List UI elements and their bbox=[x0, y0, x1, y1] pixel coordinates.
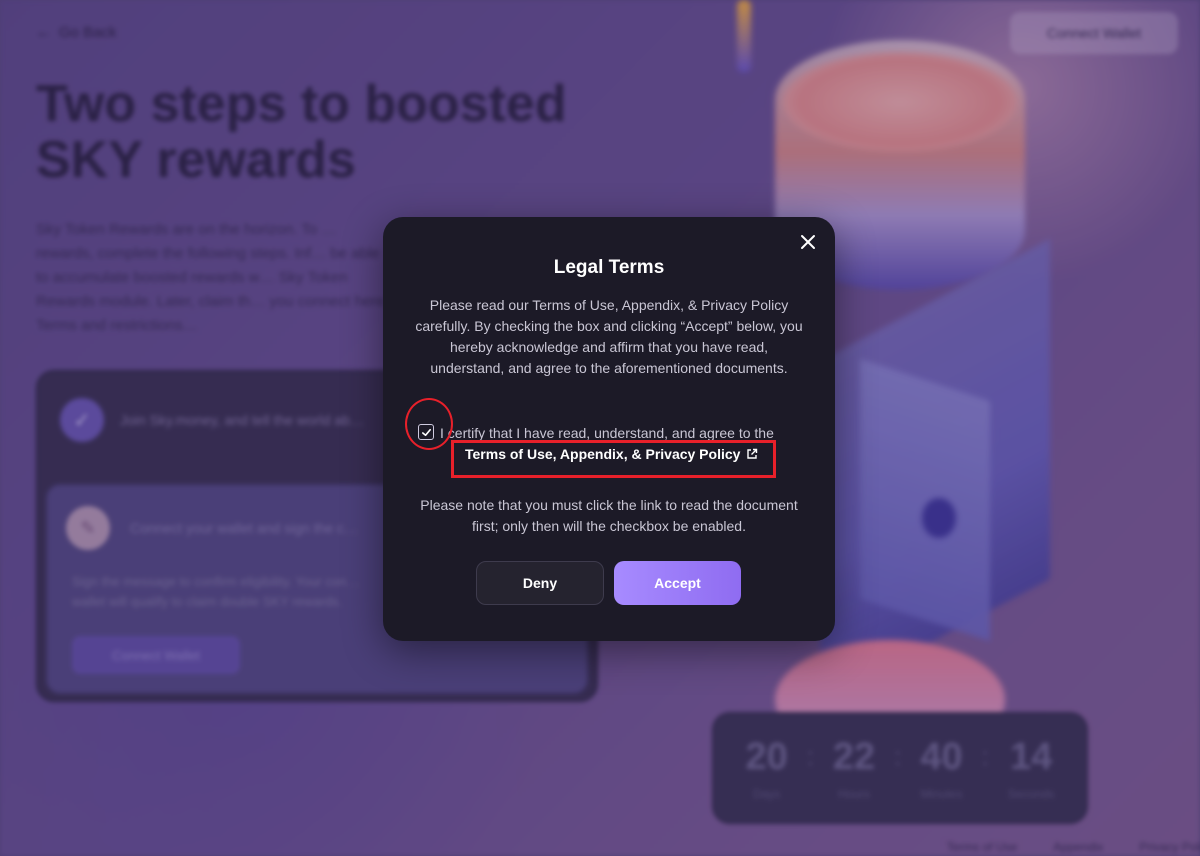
certify-text: I certify that I have read, understand, … bbox=[440, 425, 774, 441]
deny-button[interactable]: Deny bbox=[476, 561, 604, 605]
annotation-rectangle bbox=[451, 440, 776, 478]
close-button[interactable] bbox=[797, 231, 819, 253]
checkbox-note: Please note that you must click the link… bbox=[420, 497, 798, 534]
close-icon bbox=[801, 235, 815, 249]
modal-title: Legal Terms bbox=[553, 257, 665, 278]
accept-button[interactable]: Accept bbox=[614, 561, 741, 605]
modal-description: Please read our Terms of Use, Appendix, … bbox=[415, 297, 803, 376]
annotation-circle bbox=[405, 398, 453, 450]
